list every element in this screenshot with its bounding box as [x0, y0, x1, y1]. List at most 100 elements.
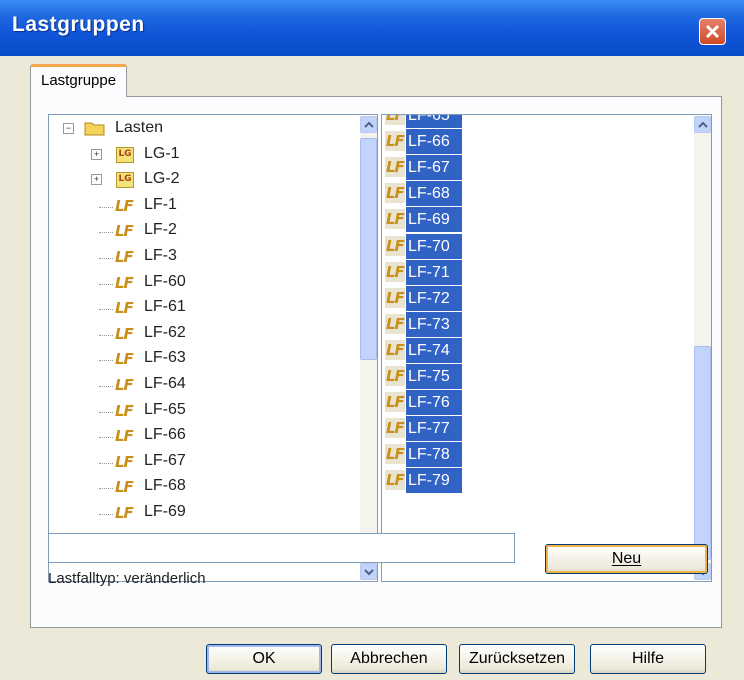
- list-item-label: LF-71: [406, 259, 462, 285]
- list-scroll-up-button[interactable]: [694, 116, 711, 133]
- load-case-icon-box: LF: [385, 235, 405, 256]
- tree-connector: [99, 334, 113, 336]
- load-case-icon: LF: [115, 222, 134, 241]
- load-case-icon: LF: [386, 471, 405, 490]
- load-case-icon-box: LF: [385, 339, 405, 360]
- reset-button-label: Zurücksetzen: [468, 650, 566, 667]
- reset-button[interactable]: Zurücksetzen: [459, 644, 575, 674]
- load-case-icon-box: LF: [385, 131, 405, 152]
- list-item-label: LF-68: [406, 181, 462, 207]
- load-case-icon-box: LF: [385, 366, 405, 386]
- tree-case-label: LF-69: [144, 503, 186, 520]
- window-title: Lastgruppen: [12, 13, 145, 36]
- load-case-icon-box: LF: [385, 183, 405, 204]
- tree-scroll-up-button[interactable]: [360, 116, 377, 133]
- new-button-label: Neu: [611, 550, 642, 567]
- load-case-icon-box: LF: [385, 418, 405, 439]
- tree-case-label: LF-67: [144, 451, 186, 469]
- tree-case-label: LF-65: [144, 400, 186, 418]
- tree-connector: [99, 462, 113, 464]
- load-case-type-label: Lastfalltyp: veränderlich: [48, 570, 206, 587]
- load-case-icon-box: LF: [385, 157, 405, 178]
- load-case-icon: LF: [386, 132, 405, 151]
- load-case-icon: LF: [386, 236, 405, 255]
- tree-case-label: LF-62: [144, 323, 186, 341]
- tree-connector: [99, 283, 113, 285]
- tree-root-label: Lasten: [115, 119, 164, 136]
- load-case-icon-box: LF: [385, 287, 405, 308]
- new-button[interactable]: Neu: [545, 544, 708, 574]
- load-case-icon: LF: [115, 324, 134, 343]
- tree-case-label: LF-68: [144, 477, 186, 495]
- expand-toggle-icon[interactable]: +: [91, 174, 102, 186]
- tree-connector: [99, 386, 113, 387]
- list-scroll-thumb[interactable]: [694, 346, 711, 560]
- load-case-icon-box: LF: [385, 115, 405, 125]
- chevron-up-icon: [364, 121, 374, 128]
- expand-toggle-icon[interactable]: +: [91, 148, 102, 160]
- tree-case-label: LF-1: [144, 195, 177, 213]
- load-case-icon: LF: [386, 393, 405, 412]
- chevron-down-icon: [364, 569, 374, 576]
- list-item-label: LF-66: [406, 129, 462, 155]
- load-case-icon: LF: [386, 262, 405, 281]
- list-scrollbar[interactable]: [694, 116, 711, 580]
- tree-connector: [99, 411, 113, 413]
- load-case-icon-box: LF: [385, 261, 405, 282]
- load-case-icon: LF: [386, 314, 405, 333]
- group-name-input[interactable]: [48, 533, 515, 563]
- dialog-client-area: Lastgruppe − Lasten + LG LG-1 + LG LG-2 LF LF-1 LF…: [0, 56, 744, 680]
- tree-scrollbar[interactable]: [360, 116, 377, 580]
- load-case-icon-box: LF: [385, 209, 405, 230]
- list-item-label: LF-73: [406, 311, 462, 337]
- load-case-icon: LF: [115, 452, 134, 471]
- cancel-button-label: Abbrechen: [350, 650, 428, 667]
- load-tree[interactable]: − Lasten + LG LG-1 + LG LG-2 LF LF-1 LF LF-2 LF LF-3 L…: [48, 114, 378, 582]
- title-bar[interactable]: Lastgruppen: [0, 0, 744, 56]
- tab-lastgruppe[interactable]: Lastgruppe: [30, 64, 128, 97]
- tree-scroll-down-button[interactable]: [360, 563, 377, 580]
- tree-case-label: LF-63: [144, 349, 186, 367]
- list-item-label: LF-69: [406, 207, 462, 233]
- load-case-icon: LF: [386, 340, 405, 359]
- load-case-icon: LF: [115, 478, 134, 497]
- list-item-label: LF-70: [406, 233, 462, 259]
- tree-case-label: LF-66: [144, 426, 186, 444]
- list-item-label: LF-65: [406, 115, 462, 128]
- ok-button[interactable]: OK: [206, 644, 322, 674]
- load-case-icon: LF: [386, 445, 405, 464]
- load-group-icon: LG: [116, 172, 134, 189]
- tree-group-label: LG-2: [144, 170, 180, 188]
- tree-scroll-thumb[interactable]: [360, 138, 377, 360]
- tree-group-label: LG-1: [144, 144, 180, 162]
- list-item-label: LF-72: [406, 285, 462, 311]
- tree-connector: [99, 206, 113, 208]
- list-item-label: LF-67: [406, 155, 462, 181]
- load-case-icon: LF: [386, 158, 405, 177]
- ok-button-label: OK: [252, 650, 276, 667]
- list-item-label: LF-79: [406, 468, 462, 494]
- list-item-label: LF-78: [406, 442, 462, 468]
- help-button[interactable]: Hilfe: [590, 644, 706, 674]
- load-case-icon: LF: [115, 248, 134, 266]
- cancel-button[interactable]: Abbrechen: [331, 644, 447, 674]
- tree-case-label: LF-2: [144, 221, 177, 239]
- tree-case-label: LF-61: [144, 298, 186, 316]
- tree-connector: [99, 437, 113, 439]
- load-case-icon-box: LF: [385, 470, 405, 491]
- load-case-icon: LF: [115, 504, 134, 522]
- load-case-icon: LF: [115, 299, 134, 318]
- load-case-icon: LF: [115, 376, 134, 394]
- list-item-label: LF-75: [406, 364, 462, 389]
- tree-connector: [99, 258, 113, 259]
- load-case-icon: LF: [386, 419, 405, 438]
- tree-connector: [99, 309, 113, 311]
- load-case-icon: LF: [115, 273, 134, 292]
- selected-cases-list[interactable]: LF LF-65 LF LF-66 LF LF-67 LF LF-68 LF LF-69 LF LF-…: [381, 114, 712, 582]
- close-button[interactable]: [699, 18, 726, 45]
- help-button-label: Hilfe: [631, 650, 664, 667]
- tree-case-label: LF-64: [144, 375, 186, 392]
- collapse-toggle-icon[interactable]: −: [63, 123, 74, 134]
- tree-connector: [99, 488, 113, 490]
- load-case-icon: LF: [386, 184, 405, 203]
